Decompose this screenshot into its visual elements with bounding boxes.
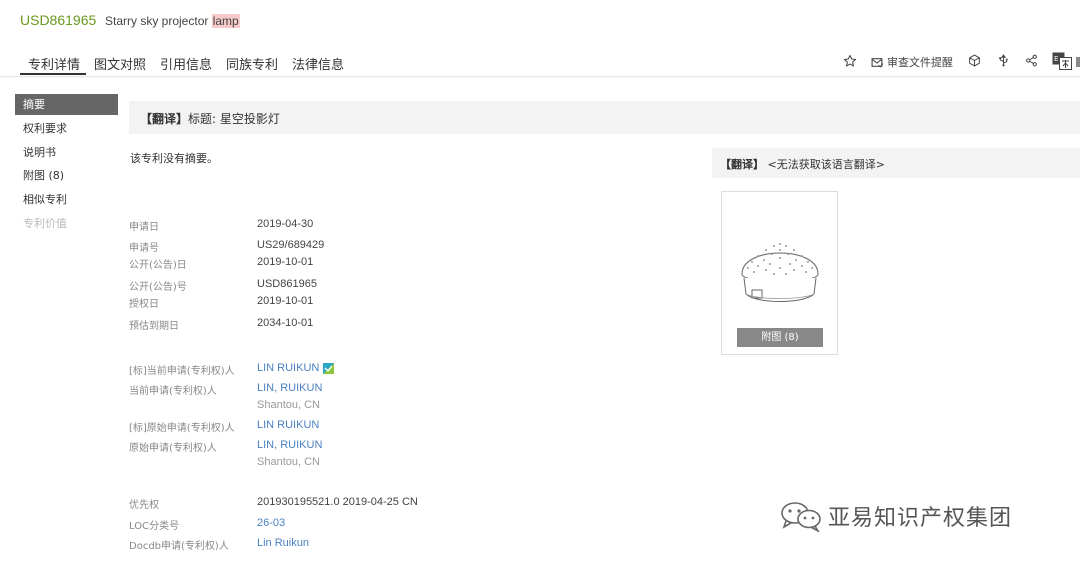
figures-button[interactable]: 附图 (8) — [737, 328, 823, 347]
translation-label: 标题: — [188, 112, 217, 126]
review-reminder-label: 审查文件提醒 — [887, 56, 953, 69]
usb-export-button[interactable] — [997, 54, 1010, 67]
grant-date-value: 2019-10-01 — [257, 295, 314, 307]
translate-icon: En — [1052, 52, 1072, 70]
abstract-translation-tag: 【翻译】 — [720, 158, 764, 171]
original-applicant-location: Shantou, CN — [257, 456, 320, 468]
toolbar-overflow-indicator — [1076, 57, 1080, 67]
patent-title-highlight: lamp — [211, 14, 240, 28]
std-current-applicant-label: [标]当前申请(专利权)人 — [129, 366, 235, 377]
3d-view-button[interactable] — [968, 54, 981, 67]
watermark: 亚易知识产权集团 — [780, 500, 1012, 532]
sidebar-item-figures[interactable]: 附图 (8) — [15, 165, 118, 186]
sidebar-item-description[interactable]: 说明书 — [15, 142, 118, 163]
sidebar-item-claims[interactable]: 权利要求 — [15, 118, 118, 139]
tab-patent-details[interactable]: 专利详情 — [28, 54, 80, 73]
title-translation: 【翻译】标题: 星空投影灯 — [140, 110, 280, 127]
tab-family-patents[interactable]: 同族专利 — [226, 54, 278, 73]
application-number-label: 申请号 — [129, 243, 159, 254]
expiry-date-label: 预估到期日 — [129, 321, 179, 332]
std-current-applicant: LIN RUIKUN — [257, 362, 335, 374]
loc-class-label: LOC分类号 — [129, 521, 180, 532]
original-applicant-link[interactable]: LIN, RUIKUN — [257, 439, 322, 451]
application-number-value: US29/689429 — [257, 239, 325, 251]
abstract-translation: 【翻译】 <无法获取该语言翻译> — [720, 156, 885, 172]
current-applicant-location: Shantou, CN — [257, 399, 320, 411]
mail-check-icon — [871, 57, 884, 68]
translate-button[interactable]: En — [1052, 52, 1072, 70]
share-button[interactable] — [1025, 54, 1038, 67]
translation-text: 星空投影灯 — [219, 112, 280, 126]
std-original-applicant-link[interactable]: LIN RUIKUN — [257, 419, 319, 431]
tab-bar-divider — [0, 76, 1080, 77]
watermark-text: 亚易知识产权集团 — [828, 506, 1013, 531]
abstract-text: 该专利没有摘要。 — [130, 152, 218, 165]
sidebar-item-similar-patents[interactable]: 相似专利 — [15, 189, 118, 210]
grant-date-label: 授权日 — [129, 299, 159, 310]
wechat-icon — [781, 502, 821, 532]
docdb-applicant-link[interactable]: Lin Ruikun — [257, 537, 309, 549]
patent-title: Starry sky projector lamp — [105, 14, 240, 28]
cube-icon — [969, 54, 980, 67]
star-icon — [843, 54, 857, 67]
application-date-value: 2019-04-30 — [257, 218, 314, 230]
publication-number-value: USD861965 — [257, 278, 317, 290]
application-date-label: 申请日 — [129, 222, 159, 233]
active-tab-indicator — [20, 73, 86, 75]
publication-number-label: 公开(公告)号 — [129, 282, 187, 293]
expiry-date-value: 2034-10-01 — [257, 317, 314, 329]
patent-number: USD861965 — [20, 12, 97, 28]
docdb-applicant-label: Docdb申请(专利权)人 — [129, 541, 229, 552]
sidebar-item-patent-value: 专利价值 — [23, 217, 67, 230]
lamp-drawing — [741, 243, 819, 302]
current-applicant-link[interactable]: LIN, RUIKUN — [257, 382, 322, 394]
priority-value: 201930195521.0 2019-04-25 CN — [257, 496, 418, 508]
patent-title-text: Starry sky projector — [105, 14, 212, 28]
share-icon — [1026, 54, 1037, 67]
abstract-translation-text: <无法获取该语言翻译> — [767, 158, 885, 171]
tab-text-image-compare[interactable]: 图文对照 — [94, 54, 146, 73]
favorite-button[interactable] — [843, 54, 857, 68]
current-applicant-label: 当前申请(专利权)人 — [129, 386, 217, 397]
publication-date-value: 2019-10-01 — [257, 256, 314, 268]
tab-citation-info[interactable]: 引用信息 — [160, 54, 212, 73]
usb-icon — [999, 54, 1008, 67]
tab-legal-info[interactable]: 法律信息 — [292, 54, 344, 73]
priority-label: 优先权 — [129, 500, 159, 511]
publication-date-label: 公开(公告)日 — [129, 260, 187, 271]
std-original-applicant-label: [标]原始申请(专利权)人 — [129, 423, 235, 434]
company-badge-icon[interactable] — [323, 362, 335, 374]
review-reminder-button[interactable]: 审查文件提醒 — [871, 54, 953, 70]
sidebar-item-abstract[interactable]: 摘要 — [15, 94, 118, 115]
original-applicant-label: 原始申请(专利权)人 — [129, 443, 217, 454]
std-current-applicant-link[interactable]: LIN RUIKUN — [257, 362, 319, 374]
loc-class-link[interactable]: 26-03 — [257, 517, 285, 529]
translation-tag: 【翻译】 — [140, 112, 189, 126]
